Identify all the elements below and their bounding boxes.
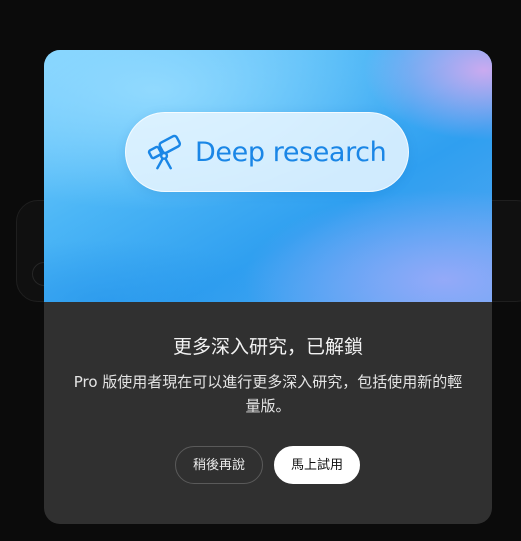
telescope-icon xyxy=(147,134,182,170)
dialog-title: 更多深入研究，已解鎖 xyxy=(172,336,363,358)
deep-research-badge: Deep research xyxy=(125,112,409,192)
badge-label: Deep research xyxy=(195,137,387,168)
announcement-dialog: Deep research 更多深入研究，已解鎖 Pro 版使用者現在可以進行更… xyxy=(44,50,492,524)
later-button[interactable]: 稍後再說 xyxy=(175,446,263,484)
hero-banner: Deep research xyxy=(44,50,492,302)
dialog-description: Pro 版使用者現在可以進行更多深入研究，包括使用新的輕量版。 xyxy=(73,373,463,415)
try-now-button[interactable]: 馬上試用 xyxy=(274,446,360,484)
